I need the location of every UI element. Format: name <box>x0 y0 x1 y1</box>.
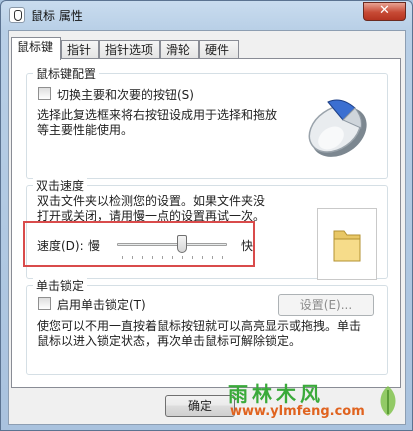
test-folder-box[interactable] <box>317 208 377 280</box>
double-click-desc-line1: 双击文件夹以检测您的设置。如果文件夹没 <box>37 194 266 208</box>
tab-hardware[interactable]: 硬件 <box>199 40 239 59</box>
ok-button[interactable]: 确定 <box>165 395 235 417</box>
click-lock-settings-button[interactable]: 设置(E)... <box>278 294 374 316</box>
leaf-logo-icon <box>380 386 396 416</box>
mouse-app-icon <box>9 7 25 23</box>
switch-buttons-label[interactable]: 切换主要和次要的按钮(S) <box>57 86 194 103</box>
tab-buttons[interactable]: 鼠标键 <box>11 37 61 60</box>
close-button[interactable]: ✕ <box>363 2 406 21</box>
switch-buttons-desc-line1: 选择此复选框来将右按钮设成用于选择和拖放 <box>37 108 278 122</box>
double-click-title: 双击速度 <box>33 177 88 194</box>
switch-buttons-desc-line2: 等主要性能使用。 <box>37 123 134 137</box>
watermark-title: 雨林木风 <box>228 382 324 406</box>
click-lock-title: 单击锁定 <box>33 277 88 294</box>
button-config-group: 鼠标键配置 切换主要和次要的按钮(S) 选择此复选框来将右按钮设成用于选择和拖放… <box>26 65 388 179</box>
click-lock-group: 单击锁定 启用单击锁定(T) 设置(E)... 使您可以不用一直按着鼠标按钮就可… <box>26 277 388 375</box>
click-lock-desc-line2: 鼠标以进入锁定状态，再次单击鼠标可解除锁定。 <box>37 334 302 348</box>
tab-wheel[interactable]: 滑轮 <box>160 40 199 59</box>
tab-pointer-options[interactable]: 指针选项 <box>99 40 160 59</box>
button-config-title: 鼠标键配置 <box>33 65 100 82</box>
folder-icon <box>333 230 361 262</box>
mouse-illustration <box>308 99 367 157</box>
title-bar[interactable]: 鼠标 属性 ✕ <box>1 1 412 29</box>
click-lock-desc-line1: 使您可以不用一直按着鼠标按钮就可以高亮显示或拖拽。单击 <box>37 319 362 333</box>
click-lock-checkbox[interactable] <box>38 297 51 310</box>
buttons-tab-panel: 鼠标键配置 切换主要和次要的按钮(S) 选择此复选框来将右按钮设成用于选择和拖放… <box>11 58 401 388</box>
speed-highlight-box <box>23 221 255 267</box>
tab-pointers[interactable]: 指针 <box>61 40 99 59</box>
click-lock-label[interactable]: 启用单击锁定(T) <box>57 296 146 313</box>
watermark-url: www.ylmfeng.com <box>230 404 365 419</box>
watermark: 雨林木风 www.ylmfeng.com <box>226 378 406 426</box>
window-title: 鼠标 属性 <box>31 9 83 23</box>
switch-buttons-checkbox[interactable] <box>38 87 51 100</box>
